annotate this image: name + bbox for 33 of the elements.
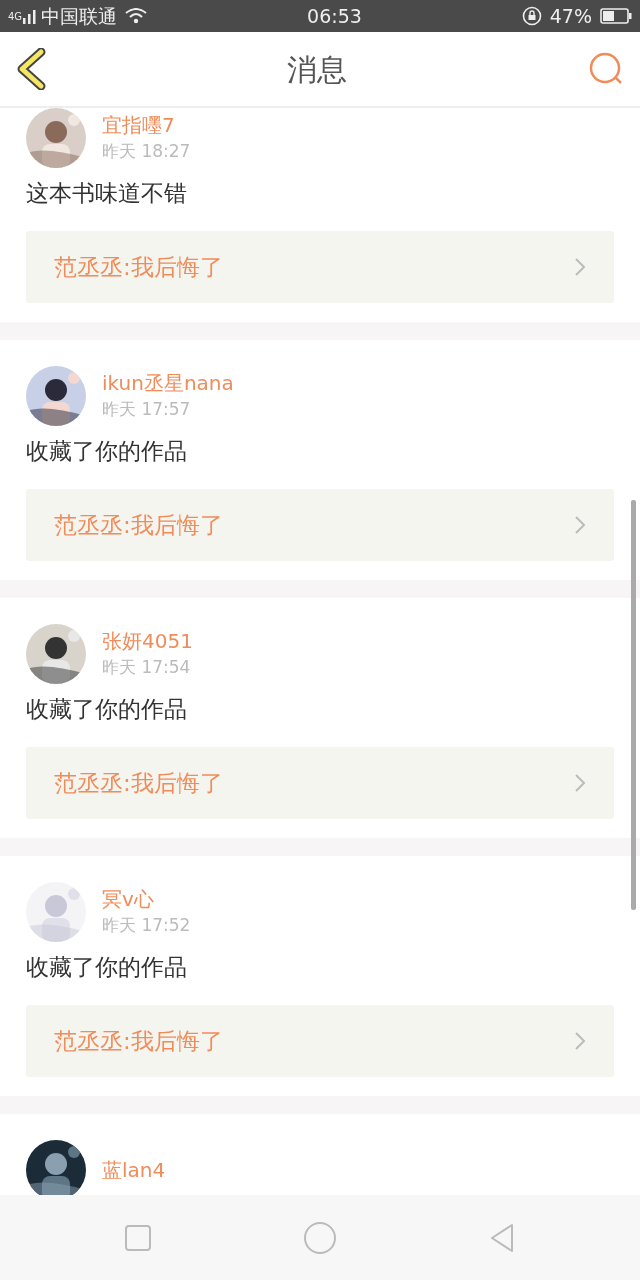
page-title: 消息 — [287, 50, 347, 89]
message-text: 收藏了你的作品 — [26, 437, 188, 466]
quoted-work[interactable]: 范丞丞:我后悔了 — [26, 231, 614, 303]
quoted-work[interactable]: 范丞丞:我后悔了 — [26, 489, 614, 561]
rotation-lock-icon — [521, 6, 542, 26]
battery-icon — [600, 8, 632, 24]
user-name[interactable]: ikun丞星nana — [102, 370, 234, 396]
signal-icon — [23, 8, 38, 24]
back-icon[interactable] — [16, 48, 46, 90]
clock: 06:53 — [307, 3, 362, 29]
chevron-right-icon — [574, 515, 586, 535]
chevron-right-icon — [574, 257, 586, 277]
chevron-right-icon — [574, 1031, 586, 1051]
carrier-label: 中国联通 — [41, 3, 118, 29]
quoted-work[interactable]: 范丞丞:我后悔了 — [26, 747, 614, 819]
user-name[interactable]: 冥v心 — [102, 886, 191, 912]
message-time: 昨天 17:54 — [102, 656, 192, 679]
message-text: 收藏了你的作品 — [26, 695, 188, 724]
message-text: 收藏了你的作品 — [26, 953, 188, 982]
message-time: 昨天 18:27 — [102, 140, 191, 163]
message-text: 这本书味道不错 — [26, 179, 188, 208]
user-name[interactable]: 宜指嚜7 — [102, 112, 191, 138]
recent-apps-icon[interactable] — [123, 1223, 152, 1252]
message-time: 昨天 17:57 — [102, 398, 192, 421]
chevron-right-icon — [574, 773, 586, 793]
network-label: 4G — [8, 9, 23, 24]
user-name[interactable]: 蓝lan4 — [102, 1157, 166, 1183]
battery-percent: 47% — [549, 3, 592, 29]
user-name[interactable]: 张妍4051 — [102, 628, 193, 654]
wifi-icon — [125, 8, 148, 24]
home-icon[interactable] — [303, 1220, 337, 1255]
quoted-work[interactable]: 范丞丞:我后悔了 — [26, 1005, 614, 1077]
message-time: 昨天 17:52 — [102, 914, 191, 937]
